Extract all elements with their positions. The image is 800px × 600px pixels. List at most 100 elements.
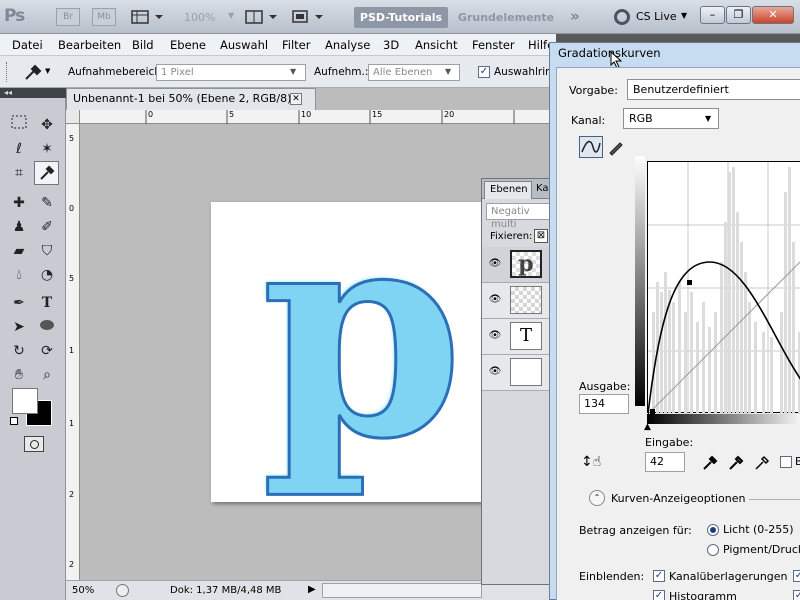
curves-graph[interactable] [647, 161, 800, 415]
dodge-tool-icon[interactable]: ◔ [36, 264, 58, 286]
3d-rotate-tool-icon[interactable]: ↻ [8, 340, 30, 362]
menu-filter[interactable]: Filter [282, 38, 310, 52]
workspace-tab-grundelemente[interactable]: Grundelemente [456, 7, 556, 28]
menu-ansicht[interactable]: Ansicht [415, 38, 457, 52]
layer-row-background[interactable]: 👁︎ [482, 355, 556, 391]
status-icon[interactable] [116, 584, 129, 597]
horizontal-ruler[interactable]: 0 5 10 15 20 [80, 110, 556, 124]
zoom-level-display[interactable]: 100% [184, 11, 215, 24]
chevron-down-icon[interactable]: ▼ [445, 67, 451, 76]
expand-options-icon[interactable]: ⌃ [589, 490, 605, 506]
text-layer-thumbnail[interactable]: T [510, 322, 542, 350]
radio-pigment[interactable] [707, 544, 719, 556]
history-brush-tool-icon[interactable]: ✐ [36, 216, 58, 238]
hand-tool-icon[interactable]: ✋︎ [8, 364, 30, 386]
horizontal-scrollbar[interactable] [322, 583, 482, 598]
collapse-panel-icon[interactable]: ◂◂ [0, 88, 66, 98]
move-tool-icon[interactable]: ✥ [36, 114, 58, 136]
ruler-origin[interactable] [66, 110, 80, 124]
aufnahmebereich-select[interactable]: 1 Pixel [156, 64, 306, 81]
black-eyedropper-icon[interactable] [701, 452, 719, 472]
partial-checkbox[interactable] [780, 456, 792, 468]
cs-live-chevron-icon[interactable]: ▼ [681, 11, 687, 20]
menu-fenster[interactable]: Fenster [472, 38, 515, 52]
restore-button[interactable]: ❐ [726, 6, 751, 24]
menu-analyse[interactable]: Analyse [325, 38, 370, 52]
white-eyedropper-icon[interactable] [753, 452, 771, 472]
menu-datei[interactable]: Datei [12, 38, 43, 52]
path-selection-tool-icon[interactable]: ➤ [8, 316, 30, 338]
blur-tool-icon[interactable]: 💧︎ [8, 264, 30, 286]
close-document-icon[interactable]: ✕ [290, 93, 302, 105]
cs-live-icon[interactable] [614, 9, 630, 25]
magic-wand-tool-icon[interactable]: ✶ [36, 138, 58, 160]
vertical-ruler[interactable]: 5 0 5 1 1 2 2 [66, 124, 80, 584]
chevron-down-icon[interactable]: ▼ [705, 114, 711, 123]
eyedropper-icon[interactable] [22, 62, 44, 82]
eingabe-input[interactable]: 42 [645, 452, 685, 472]
radio-licht[interactable] [707, 524, 719, 536]
screen-mode-icon[interactable] [290, 8, 326, 26]
tab-kanaele[interactable]: Ka [536, 183, 549, 194]
cs-live-label[interactable]: CS Live [636, 10, 677, 23]
auswahlring-checkbox[interactable]: ✓ [478, 66, 490, 78]
menu-3d[interactable]: 3D [383, 38, 399, 52]
document-canvas[interactable]: p [211, 168, 483, 502]
status-menu-arrow-icon[interactable]: ▶ [308, 584, 316, 595]
visibility-eye-icon[interactable]: 👁︎ [488, 294, 502, 306]
ausgabe-input[interactable]: 134 [579, 394, 629, 414]
eyedropper-tool-icon[interactable] [34, 161, 59, 185]
black-point-slider-icon[interactable]: ▲ [644, 422, 651, 432]
grip-handle[interactable] [6, 62, 8, 82]
default-colors-icon[interactable] [10, 417, 18, 425]
pencil-draw-tool-icon[interactable] [607, 138, 625, 156]
menu-auswahl[interactable]: Auswahl [220, 38, 268, 52]
layer-thumbnail[interactable]: p [510, 250, 542, 278]
visibility-eye-icon[interactable]: 👁︎ [488, 258, 502, 270]
marquee-tool-icon[interactable] [8, 114, 30, 136]
curve-edit-tool-icon[interactable] [579, 136, 603, 158]
tab-ebenen[interactable]: Ebenen [484, 181, 532, 199]
target-adjustment-icon[interactable]: ↕☝︎ [581, 454, 601, 470]
healing-brush-tool-icon[interactable]: ✚ [8, 192, 30, 214]
minimize-button[interactable]: – [700, 6, 725, 24]
zoom-tool-icon[interactable]: ⌕ [36, 364, 58, 386]
menu-bearbeiten[interactable]: Bearbeiten [58, 38, 121, 52]
ellipse-tool-icon[interactable] [36, 316, 58, 338]
close-button[interactable]: ✕ [752, 6, 794, 24]
chevron-down-icon[interactable]: ▼ [228, 11, 234, 20]
clone-stamp-tool-icon[interactable]: ♟ [8, 216, 30, 238]
lasso-tool-icon[interactable]: ℓ [8, 138, 30, 160]
mini-bridge-button[interactable]: Mb [92, 8, 116, 26]
bridge-button[interactable]: Br [56, 8, 80, 26]
3d-orbit-tool-icon[interactable]: ⟳ [36, 340, 58, 362]
status-zoom[interactable]: 50% [72, 585, 94, 596]
view-extras-icon[interactable] [130, 9, 166, 25]
vorgabe-select[interactable]: Benutzerdefiniert [627, 79, 800, 100]
pen-tool-icon[interactable]: ✒ [8, 292, 30, 314]
tool-preset-chevron-icon[interactable]: ▼ [45, 67, 50, 75]
visibility-eye-icon[interactable]: 👁︎ [488, 366, 502, 378]
arrange-documents-icon[interactable] [244, 8, 280, 26]
histogram-checkbox[interactable]: ✓ [653, 590, 665, 600]
layer-thumbnail[interactable] [510, 358, 542, 386]
workspace-tab-psd-tutorials[interactable]: PSD-Tutorials [354, 7, 448, 28]
menu-bild[interactable]: Bild [132, 38, 154, 52]
intersection-checkbox[interactable]: ✓ [793, 590, 800, 600]
brush-tool-icon[interactable]: ✎ [36, 192, 58, 214]
crop-tool-icon[interactable]: ⌗ [8, 162, 30, 184]
menu-ebene[interactable]: Ebene [170, 38, 206, 52]
layer-row-transparent[interactable]: 👁︎ [482, 283, 556, 319]
quick-mask-icon[interactable] [24, 436, 44, 452]
lock-transparency-icon[interactable]: ⊠ [534, 229, 548, 243]
eraser-tool-icon[interactable]: ▰ [8, 240, 30, 262]
document-tab[interactable]: Unbenannt-1 bei 50% (Ebene 2, RGB/8) * [66, 88, 316, 110]
type-tool-icon[interactable]: T [36, 292, 58, 314]
chevron-down-icon[interactable]: ▼ [290, 67, 296, 76]
kanal-overlays-checkbox[interactable]: ✓ [653, 570, 665, 582]
more-workspaces-button[interactable]: » [570, 7, 580, 25]
curve-display-options-label[interactable]: Kurven-Anzeigeoptionen [611, 492, 746, 505]
layer-row-p[interactable]: 👁︎ p [482, 247, 556, 283]
layer-thumbnail[interactable] [510, 286, 542, 314]
layer-row-text[interactable]: 👁︎ T [482, 319, 556, 355]
